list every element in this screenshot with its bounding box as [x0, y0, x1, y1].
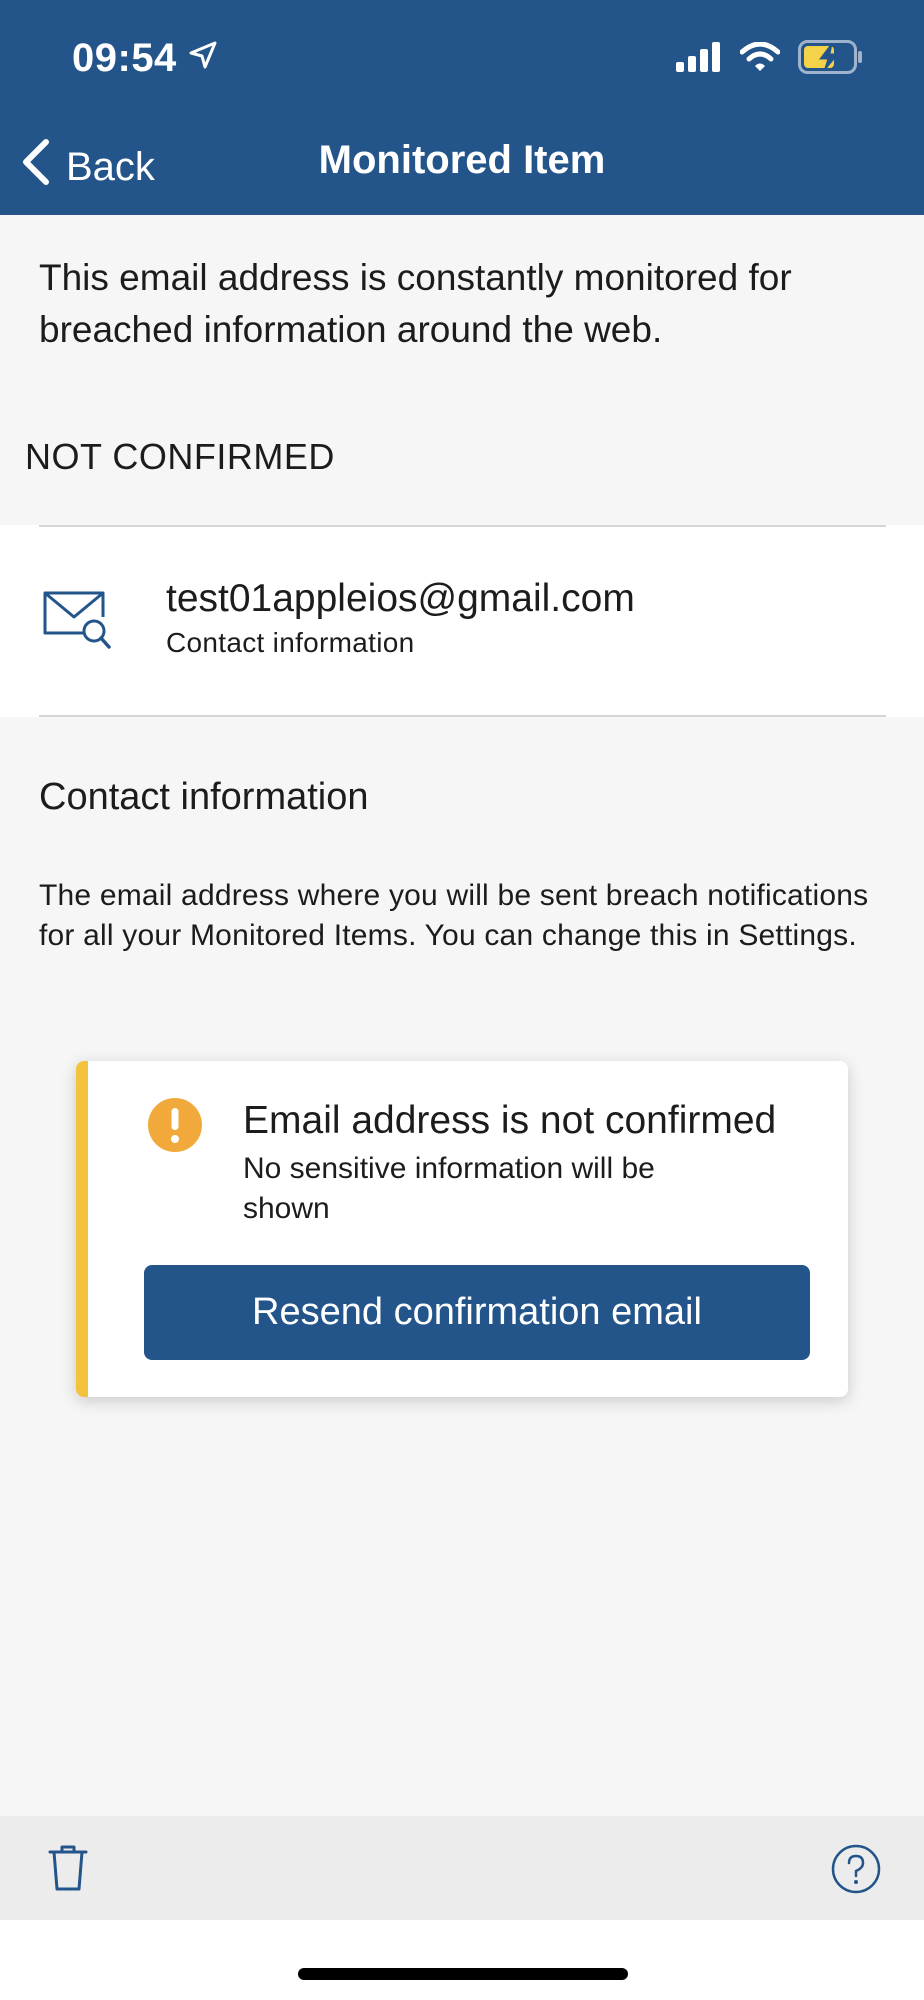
wifi-icon: [739, 41, 781, 77]
not-confirmed-alert: Email address is not confirmed No sensit…: [76, 1061, 848, 1397]
mail-search-icon: [41, 587, 113, 658]
help-icon[interactable]: [831, 1844, 881, 1899]
location-arrow-icon: [187, 36, 219, 81]
alert-accent-stripe: [76, 1061, 88, 1397]
alert-text: No sensitive information will be shown: [243, 1152, 655, 1225]
back-button[interactable]: Back: [20, 138, 155, 196]
nav-header: 09:54 Back Monitored Item: [0, 0, 924, 215]
row-bottom-divider: [39, 715, 886, 717]
row-top-divider: [39, 525, 886, 527]
back-label: Back: [66, 144, 155, 189]
bottom-toolbar: [0, 1816, 924, 1920]
intro-text: This email address is constantly monitor…: [39, 257, 792, 350]
monitored-item-subtitle: Contact information: [166, 627, 415, 658]
contact-info-title: Contact information: [39, 776, 369, 818]
status-section-label: NOT CONFIRMED: [25, 436, 335, 477]
chevron-left-icon: [20, 138, 52, 196]
home-indicator-area: [0, 1920, 924, 2000]
status-icons: [676, 40, 864, 79]
status-time: 09:54: [72, 36, 219, 81]
cellular-signal-icon: [676, 42, 722, 77]
contact-info-description: The email address where you will be sent…: [39, 879, 869, 952]
home-indicator[interactable]: [298, 1968, 628, 1980]
trash-icon[interactable]: [46, 1844, 90, 1897]
status-time-text: 09:54: [72, 36, 177, 80]
warning-circle-icon: [147, 1097, 203, 1158]
battery-charging-icon: [798, 40, 864, 79]
monitored-email: test01appleios@gmail.com: [166, 577, 635, 620]
monitored-item-row[interactable]: test01appleios@gmail.com Contact informa…: [0, 525, 924, 717]
resend-confirmation-button[interactable]: Resend confirmation email: [144, 1265, 810, 1360]
alert-title: Email address is not confirmed: [243, 1099, 777, 1142]
